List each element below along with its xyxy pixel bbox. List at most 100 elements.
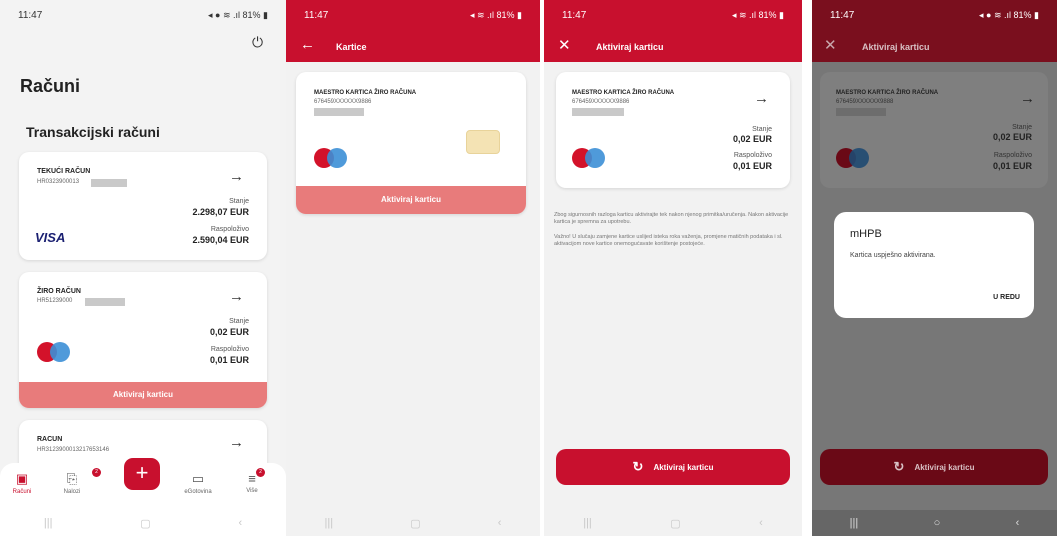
balance-value: 2.298,07 EUR (192, 207, 249, 217)
close-icon[interactable]: ✕ (824, 36, 837, 54)
screenshot-stage: 11:47 ◂ ● ≋ .ıl 81% ▮ ⏻ Računi Transakci… (0, 0, 1057, 536)
status-bar: 11:47 ◂ ≋ .ıl 81% ▮ (286, 0, 540, 30)
status-time: 11:47 (304, 9, 329, 21)
redacted-block (572, 108, 624, 116)
arrow-right-icon[interactable]: → (229, 168, 244, 185)
tab-egotovina[interactable]: ▭ eGotovina (178, 471, 218, 495)
back-icon[interactable]: ‹ (498, 517, 502, 529)
card-name: MAESTRO KARTICA ŽIRO RAČUNA (836, 90, 939, 96)
balance-value: 0,02 EUR (992, 132, 1032, 142)
available-value: 0,01 EUR (992, 161, 1032, 171)
account-name: ŽIRO RAČUN (37, 288, 81, 295)
header-title: Kartice (336, 42, 367, 52)
activate-card-screen: 11:47 ◂ ≋ .ıl 81% ▮ ✕ Aktiviraj karticu … (544, 0, 802, 536)
button-label: Aktiviraj karticu (653, 462, 714, 472)
tab-label: Računi (12, 489, 32, 495)
recents-icon[interactable]: ||| (850, 517, 859, 529)
balance-label: Stanje (1012, 124, 1032, 131)
back-icon[interactable]: ‹ (759, 517, 763, 529)
visa-logo: VISA (35, 230, 66, 245)
status-battery: ◂ ≋ .ıl 81% ▮ (469, 9, 522, 20)
button-label: Aktiviraj karticu (914, 462, 975, 472)
account-iban: HR3123900013217653146 (37, 447, 110, 453)
balance-label: Stanje (752, 126, 772, 133)
add-button[interactable]: + (124, 458, 160, 490)
card-name: MAESTRO KARTICA ŽIRO RAČUNA (314, 90, 417, 96)
app-header: 11:47 ◂ ≋ .ıl 81% ▮ ✕ Aktiviraj karticu (544, 0, 802, 62)
system-nav-bar: ||| ▢ ‹ (0, 510, 286, 536)
dialog-message: Kartica uspješno aktivirana. (850, 252, 936, 259)
available-label: Raspoloživo (993, 152, 1032, 159)
activate-card-button[interactable]: Aktiviraj karticu (296, 186, 526, 214)
back-icon[interactable]: ‹ (1016, 517, 1020, 529)
account-iban: HR0323900013 (37, 179, 80, 185)
cash-icon: ▭ (191, 471, 205, 486)
status-battery: ◂ ≋ .ıl 81% ▮ (731, 9, 784, 20)
arrow-right-icon[interactable]: → (754, 90, 769, 107)
mastercard-logo (836, 148, 870, 168)
available-value: 0,01 EUR (732, 161, 772, 171)
back-arrow-icon[interactable]: ← (300, 36, 315, 53)
available-label: Raspoloživo (733, 152, 772, 159)
account-card-tekuci[interactable]: TEKUĆI RAČUN HR0323900013 → Stanje 2.298… (19, 152, 267, 260)
maestro-card: MAESTRO KARTICA ŽIRO RAČUNA 676459XXXXXX… (556, 72, 790, 188)
success-dialog: mHPB Kartica uspješno aktivirana. U REDU (834, 212, 1034, 318)
app-header: 11:47 ◂ ● ≋ .ıl 81% ▮ ✕ Aktiviraj kartic… (812, 0, 1057, 62)
redacted-block (91, 179, 127, 187)
arrow-right-icon: → (1020, 90, 1035, 107)
dialog-ok-button[interactable]: U REDU (993, 294, 1020, 301)
system-nav-bar: ||| ○ ‹ (812, 510, 1057, 536)
tab-racuni[interactable]: ▣ Računi (2, 471, 42, 495)
account-iban: HR51239000 (37, 298, 73, 304)
chip-icon (466, 130, 500, 154)
recents-icon[interactable]: ||| (325, 517, 334, 529)
activate-card-button: ↻ Aktiviraj karticu (820, 449, 1048, 485)
tab-label: Nalozi (63, 489, 81, 495)
status-battery: ◂ ● ≋ .ıl 81% ▮ (208, 9, 268, 20)
redacted-block (836, 108, 886, 116)
header-title: Aktiviraj karticu (862, 42, 930, 52)
mastercard-logo (37, 342, 71, 362)
status-time: 11:47 (18, 9, 43, 21)
cards-screen: 11:47 ◂ ≋ .ıl 81% ▮ ← Kartice MAESTRO KA… (286, 0, 540, 536)
home-icon[interactable]: ○ (934, 517, 941, 529)
home-icon[interactable]: ▢ (410, 517, 420, 530)
account-name: TEKUĆI RAČUN (37, 168, 91, 175)
refresh-icon: ↻ (893, 459, 905, 474)
menu-icon: ≡ (248, 471, 256, 486)
card-number: 676459XXXXXX9886 (572, 99, 630, 105)
section-title: Transakcijski računi (26, 124, 160, 140)
arrow-right-icon[interactable]: → (229, 288, 244, 305)
tab-label: eGotovina (184, 489, 212, 495)
balance-label: Stanje (229, 318, 249, 325)
account-name: RACUN (37, 436, 63, 443)
redacted-block (85, 298, 125, 306)
accounts-screen: 11:47 ◂ ● ≋ .ıl 81% ▮ ⏻ Računi Transakci… (0, 0, 286, 536)
activate-card-button[interactable]: Aktiviraj karticu (19, 382, 267, 408)
recents-icon[interactable]: ||| (44, 517, 53, 529)
notification-badge: 2 (256, 468, 265, 477)
status-bar: 11:47 ◂ ● ≋ .ıl 81% ▮ (812, 0, 1057, 30)
wallet-icon: ▣ (15, 471, 29, 486)
account-card-ziro[interactable]: ŽIRO RAČUN HR51239000 → Stanje 0,02 EUR … (19, 272, 267, 408)
status-bar: 11:47 ◂ ≋ .ıl 81% ▮ (544, 0, 802, 30)
tab-nalozi[interactable]: ⎘ Nalozi (52, 471, 92, 495)
available-value: 2.590,04 EUR (192, 235, 249, 245)
dialog-title: mHPB (850, 228, 882, 240)
tab-vise[interactable]: ≡ Više (232, 471, 272, 494)
recents-icon[interactable]: ||| (583, 517, 592, 529)
status-battery: ◂ ● ≋ .ıl 81% ▮ (979, 9, 1039, 20)
home-icon[interactable]: ▢ (670, 517, 680, 530)
app-header: 11:47 ◂ ≋ .ıl 81% ▮ ← Kartice (286, 0, 540, 62)
available-value: 0,01 EUR (209, 355, 249, 365)
close-icon[interactable]: ✕ (558, 36, 571, 54)
maestro-card[interactable]: MAESTRO KARTICA ŽIRO RAČUNA 676459XXXXXX… (296, 72, 526, 214)
info-important: Važno! U slučaju zamjene kartice uslijed… (554, 234, 783, 247)
arrow-right-icon[interactable]: → (229, 434, 244, 451)
home-icon[interactable]: ▢ (140, 517, 150, 530)
mastercard-logo (314, 148, 348, 168)
activate-card-button[interactable]: ↻ Aktiviraj karticu (556, 449, 790, 485)
power-icon[interactable]: ⏻ (252, 34, 263, 51)
back-icon[interactable]: ‹ (238, 517, 242, 529)
page-title: Računi (20, 76, 81, 96)
